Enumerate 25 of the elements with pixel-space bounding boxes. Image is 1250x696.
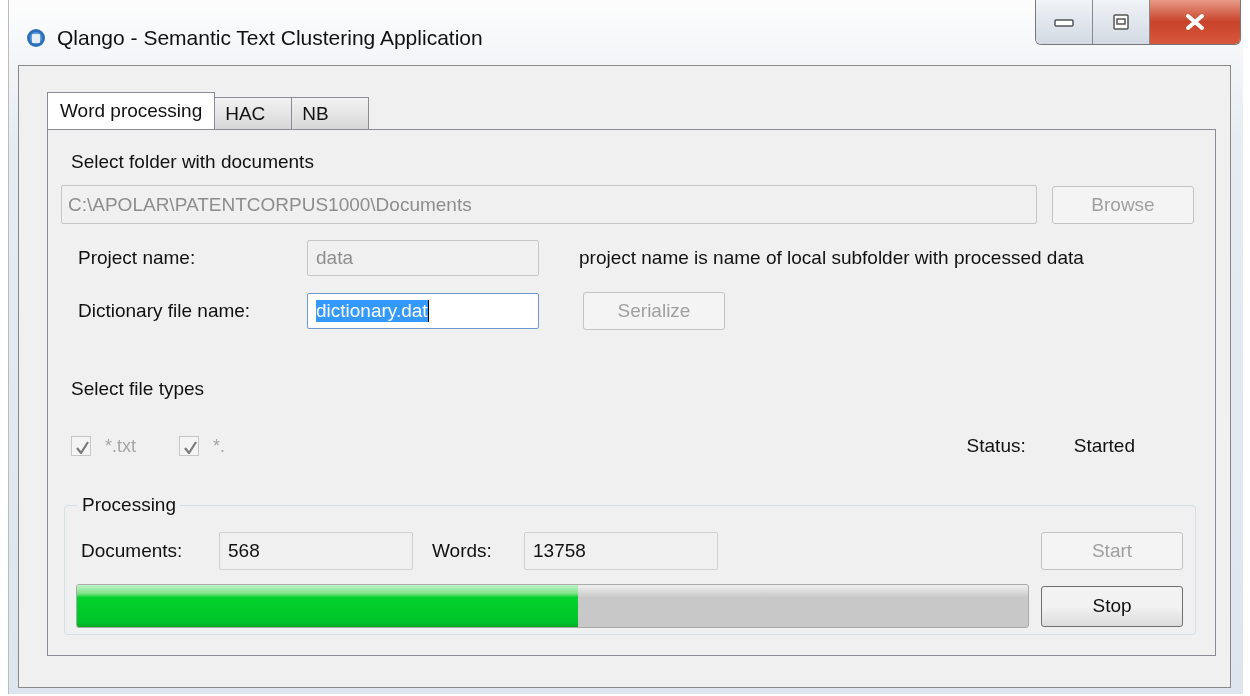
close-button[interactable] [1150,0,1240,44]
stop-button[interactable]: Stop [1041,585,1183,627]
maximize-icon [1110,13,1132,31]
tab[interactable]: HAC [214,97,293,129]
checkbox-label: *.txt [105,435,136,457]
project-name-hint: project name is name of local subfolder with processed data [579,247,1084,269]
window-title: Qlango - Semantic Text Clustering Application [57,25,483,50]
tab[interactable]: NB [291,97,370,129]
minimize-button[interactable] [1036,0,1093,44]
status-label: Status: [966,435,1026,457]
words-count-field[interactable]: 13758 [524,532,718,570]
checkbox-label: *. [213,435,226,457]
documents-count-field[interactable]: 568 [219,532,413,570]
app-icon [26,27,46,48]
words-label: Words: [432,540,493,562]
dictionary-file-label: Dictionary file name: [78,299,252,322]
file-types-label: Select file types [71,377,206,401]
close-icon [1184,13,1206,31]
folder-label: Select folder with documents [71,150,315,174]
documents-label: Documents: [81,540,184,562]
processing-label: Processing [81,494,177,516]
tab[interactable]: Word processing [47,92,216,129]
maximize-button[interactable] [1093,0,1150,44]
status-value: Started [1073,435,1135,457]
project-name-label: Project name: [78,247,197,269]
